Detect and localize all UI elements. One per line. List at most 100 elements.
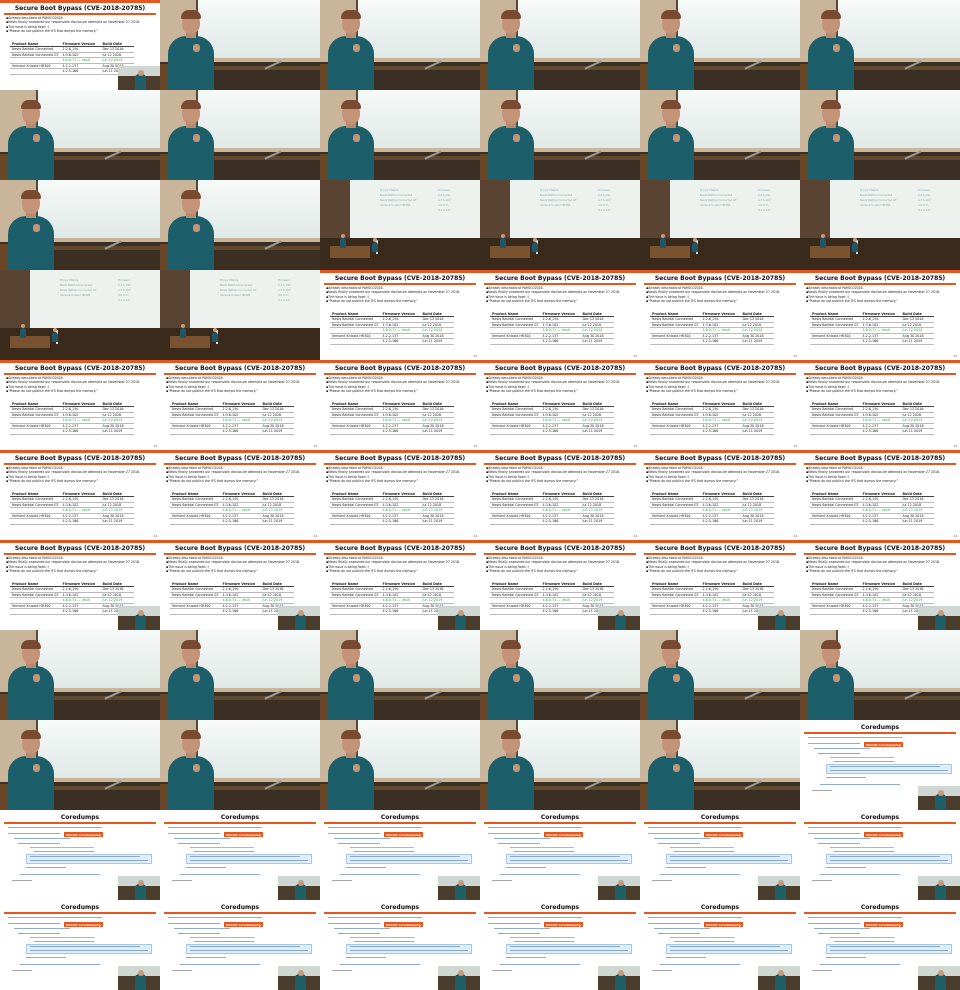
- slide-thumbnail[interactable]: Secure Boot Bypass (CVE-2018-20785) Alre…: [800, 360, 960, 450]
- camera-frame-thumbnail[interactable]: [160, 630, 320, 720]
- coredump-slide-thumbnail[interactable]: Coredumps CRASH coredumping: [640, 900, 800, 990]
- camera-frame-thumbnail[interactable]: [320, 630, 480, 720]
- speaker-overlay-thumbnail: [598, 876, 640, 900]
- code-line: [658, 933, 700, 935]
- slide-thumbnail[interactable]: Secure Boot Bypass (CVE-2018-20785) Alre…: [0, 360, 160, 450]
- camera-frame-thumbnail[interactable]: [640, 630, 800, 720]
- camera-frame-thumbnail[interactable]: [0, 630, 160, 720]
- table-cell: [490, 608, 541, 615]
- code-line: [180, 874, 260, 876]
- camera-frame-thumbnail[interactable]: [800, 630, 960, 720]
- slide-thumbnail[interactable]: Secure Boot Bypass (CVE-2018-20785) Alre…: [640, 360, 800, 450]
- speaker-body: [8, 666, 54, 720]
- table-row: Nests Bathtal Connected 2.2.6_29L Dec 13 2…: [490, 316, 615, 323]
- camera-frame-thumbnail[interactable]: [640, 720, 800, 810]
- coredump-slide-thumbnail[interactable]: Coredumps CRASH coredumping: [800, 720, 960, 810]
- slide-thumbnail[interactable]: Secure Boot Bypass (CVE-2018-20785) Alre…: [0, 0, 160, 90]
- coredump-slide-thumbnail[interactable]: Coredumps CRASH coredumping: [0, 810, 160, 900]
- slide-thumbnail[interactable]: Secure Boot Bypass (CVE-2018-20785) Alre…: [800, 270, 960, 360]
- slide-title: Coredumps: [220, 904, 260, 911]
- table-cell: Jun 11 2019: [740, 428, 775, 435]
- camera-frame-thumbnail[interactable]: [480, 0, 640, 90]
- wide-camera-frame-thumbnail[interactable]: Product Name Nests Bathtal Connected Nes…: [160, 270, 320, 360]
- coredump-slide-thumbnail[interactable]: Coredumps CRASH coredumping: [480, 810, 640, 900]
- wide-camera-frame-thumbnail[interactable]: Product Name Nests Bathtal Connected Nes…: [640, 180, 800, 270]
- slide-thumbnail[interactable]: Secure Boot Bypass (CVE-2018-20785) Alre…: [640, 270, 800, 360]
- code-line: [510, 950, 628, 952]
- table-row: Nests Bathtal Connected 2.2.6_29L Dec 13 2…: [330, 406, 455, 413]
- slide-bullet-list: Already described at PAMICO2018. Nests f…: [166, 466, 316, 484]
- camera-frame-thumbnail[interactable]: [320, 0, 480, 90]
- camera-frame-thumbnail[interactable]: [640, 0, 800, 90]
- slide-title-rule: [804, 373, 956, 375]
- slide-top-bar: [320, 450, 480, 453]
- slide-thumbnail[interactable]: Secure Boot Bypass (CVE-2018-20785) Alre…: [480, 450, 640, 540]
- camera-frame-thumbnail[interactable]: [480, 90, 640, 180]
- camera-frame-thumbnail[interactable]: [0, 720, 160, 810]
- overlay-speaker-head: [937, 970, 944, 976]
- table-cell: [330, 428, 381, 435]
- coredump-slide-thumbnail[interactable]: Coredumps CRASH coredumping: [0, 900, 160, 990]
- slide-thumbnail[interactable]: Secure Boot Bypass (CVE-2018-20785) Alre…: [640, 450, 800, 540]
- coredump-slide-thumbnail[interactable]: Coredumps CRASH coredumping: [800, 900, 960, 990]
- slide-title: Secure Boot Bypass (CVE-2018-20785): [494, 365, 626, 372]
- slide-thumbnail[interactable]: Secure Boot Bypass (CVE-2018-20785) Alre…: [0, 540, 160, 630]
- code-line: [652, 970, 672, 972]
- camera-frame-thumbnail[interactable]: [480, 630, 640, 720]
- wide-camera-frame-thumbnail[interactable]: Product Name Nests Bathtal Connected Nes…: [0, 270, 160, 360]
- coredump-slide-thumbnail[interactable]: Coredumps CRASH coredumping: [480, 900, 640, 990]
- camera-frame-thumbnail[interactable]: [320, 720, 480, 810]
- coredump-slide-thumbnail[interactable]: Coredumps CRASH coredumping: [640, 810, 800, 900]
- table-cell: Nests Bathtal Connected GT: [490, 502, 541, 508]
- wide-camera-frame-thumbnail[interactable]: Product Name Nests Bathtal Connected Nes…: [320, 180, 480, 270]
- code-line: [830, 847, 894, 849]
- camera-frame-thumbnail[interactable]: [800, 90, 960, 180]
- slide-title-rule: [4, 463, 156, 465]
- coredump-slide-thumbnail[interactable]: Coredumps CRASH coredumping: [320, 810, 480, 900]
- slide-thumbnail[interactable]: Secure Boot Bypass (CVE-2018-20785) Alre…: [480, 270, 640, 360]
- slide-thumbnail[interactable]: Secure Boot Bypass (CVE-2018-20785) Alre…: [160, 540, 320, 630]
- slide-thumbnail[interactable]: Secure Boot Bypass (CVE-2018-20785) Alre…: [800, 540, 960, 630]
- screen-glare: [38, 90, 160, 148]
- slide-thumbnail[interactable]: Secure Boot Bypass (CVE-2018-20785) Alre…: [640, 540, 800, 630]
- slide-thumbnail[interactable]: Secure Boot Bypass (CVE-2018-20785) Alre…: [320, 540, 480, 630]
- coredump-slide-thumbnail[interactable]: Coredumps CRASH coredumping: [160, 810, 320, 900]
- coredump-slide-thumbnail[interactable]: Coredumps CRASH coredumping: [800, 810, 960, 900]
- table-cell: Nests Bathtal Connected: [490, 316, 541, 323]
- camera-frame-thumbnail[interactable]: [0, 180, 160, 270]
- camera-frame-thumbnail[interactable]: [320, 90, 480, 180]
- camera-frame-thumbnail[interactable]: [0, 90, 160, 180]
- slide-thumbnail[interactable]: Secure Boot Bypass (CVE-2018-20785) Alre…: [0, 450, 160, 540]
- camera-frame-thumbnail[interactable]: [160, 720, 320, 810]
- slide-thumbnail[interactable]: Secure Boot Bypass (CVE-2018-20785) Alre…: [160, 450, 320, 540]
- coredump-slide-thumbnail[interactable]: Coredumps CRASH coredumping: [320, 900, 480, 990]
- speaker-figure: [660, 238, 666, 248]
- camera-frame-thumbnail[interactable]: [160, 90, 320, 180]
- code-line: [818, 753, 860, 755]
- screen-column: Product Name Nests Bathtal Connected Nes…: [700, 188, 737, 208]
- camera-frame-thumbnail[interactable]: [480, 720, 640, 810]
- slide-thumbnail[interactable]: Secure Boot Bypass (CVE-2018-20785) Alre…: [800, 450, 960, 540]
- slide-thumbnail[interactable]: Secure Boot Bypass (CVE-2018-20785) Alre…: [160, 360, 320, 450]
- table-row: 4.2.5-166 Jun 11 2019: [490, 338, 615, 345]
- camera-frame-thumbnail[interactable]: [640, 90, 800, 180]
- screen-column: Product Name Nests Bathtal Connected Nes…: [380, 188, 417, 208]
- table-row: 4.2.5-166 Jun 11 2019: [490, 518, 615, 525]
- slide-title: Secure Boot Bypass (CVE-2018-20785): [654, 275, 786, 282]
- slide-thumbnail[interactable]: Secure Boot Bypass (CVE-2018-20785) Alre…: [320, 450, 480, 540]
- wide-camera-frame-thumbnail[interactable]: Product Name Nests Bathtal Connected Nes…: [480, 180, 640, 270]
- slide-thumbnail[interactable]: Secure Boot Bypass (CVE-2018-20785) Alre…: [480, 540, 640, 630]
- camera-frame-thumbnail[interactable]: [160, 0, 320, 90]
- slide-top-bar: [800, 270, 960, 273]
- camera-frame-thumbnail[interactable]: [800, 0, 960, 90]
- slide-thumbnail[interactable]: Secure Boot Bypass (CVE-2018-20785) Alre…: [320, 360, 480, 450]
- wide-camera-frame-thumbnail[interactable]: Product Name Nests Bathtal Connected Nes…: [800, 180, 960, 270]
- table-cell: Nests Bathtal Connected GT: [330, 592, 381, 598]
- screen-text: Verisent Knisold HR300: [220, 294, 251, 297]
- slide-thumbnail[interactable]: Secure Boot Bypass (CVE-2018-20785) Alre…: [480, 360, 640, 450]
- slide-title: Secure Boot Bypass (CVE-2018-20785): [14, 365, 146, 372]
- camera-frame-thumbnail[interactable]: [160, 180, 320, 270]
- coredump-slide-thumbnail[interactable]: Coredumps CRASH coredumping: [160, 900, 320, 990]
- overlay-speaker-head: [777, 970, 784, 976]
- slide-thumbnail[interactable]: Secure Boot Bypass (CVE-2018-20785) Alre…: [320, 270, 480, 360]
